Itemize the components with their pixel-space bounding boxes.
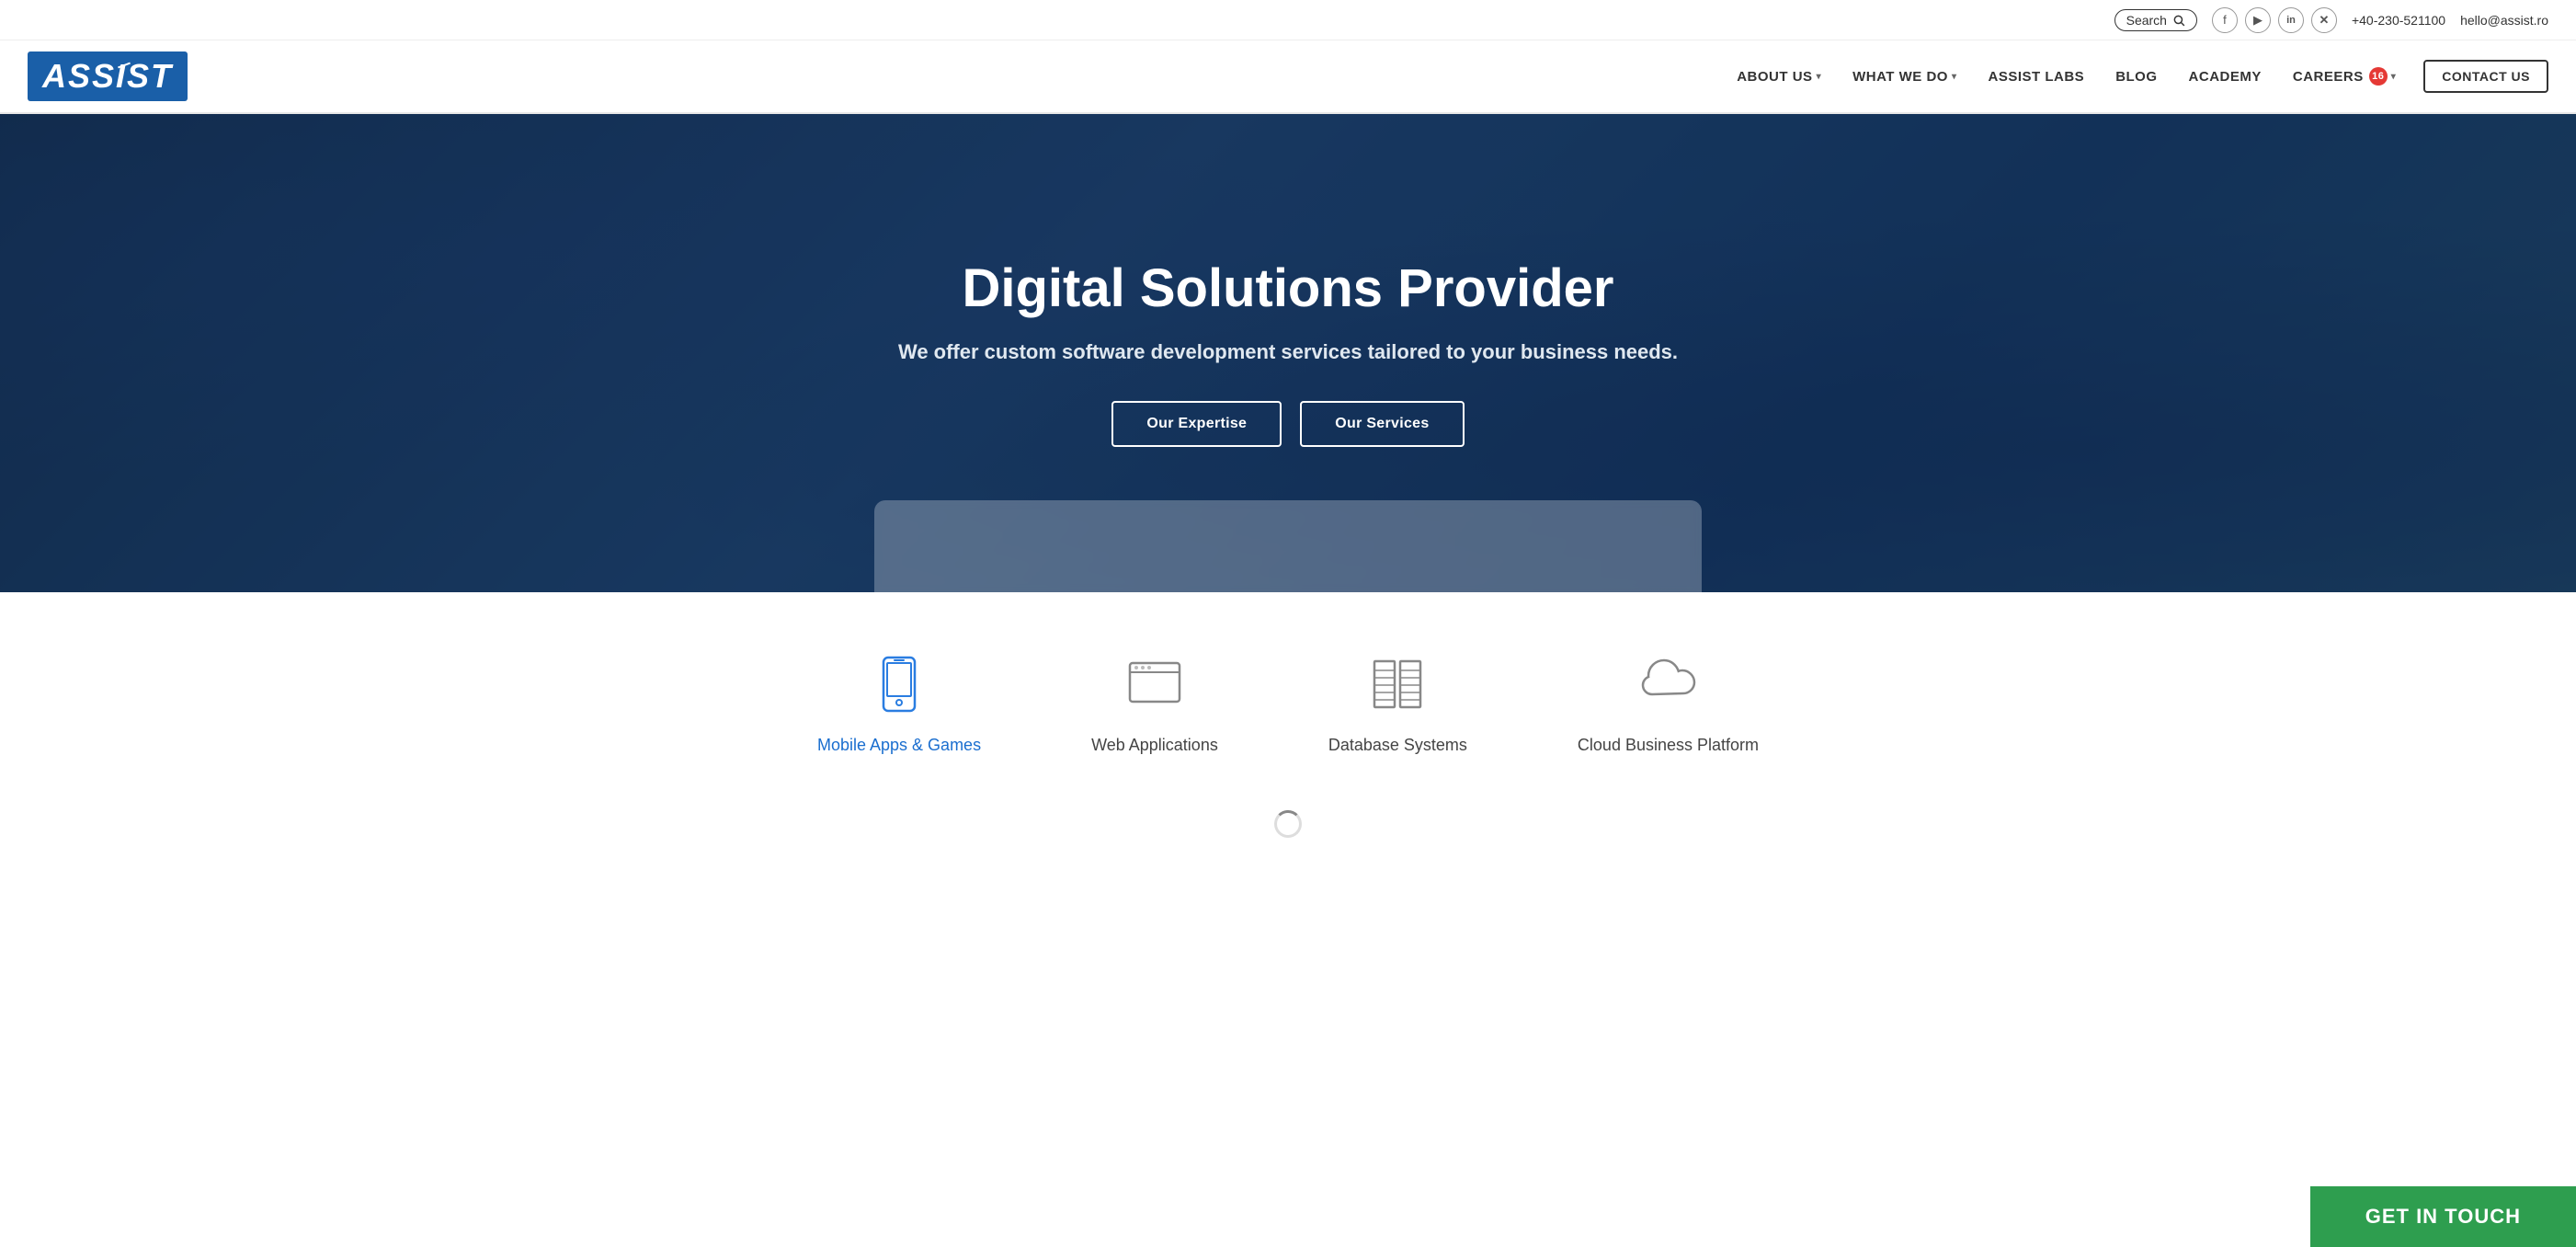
service-item-web[interactable]: Web Applications	[1036, 647, 1273, 755]
web-apps-icon	[1118, 647, 1191, 721]
social-icons: f ▶ in ✕	[2212, 7, 2337, 33]
top-bar: Search f ▶ in ✕ +40-230-521100 hello@ass…	[0, 0, 2576, 40]
hero-title: Digital Solutions Provider	[898, 259, 1678, 318]
service-item-mobile[interactable]: Mobile Apps & Games	[762, 647, 1036, 755]
get-in-touch-button[interactable]: GET IN TOUCH	[2310, 1186, 2576, 1247]
contact-info: +40-230-521100 hello@assist.ro	[2352, 13, 2548, 28]
expertise-button[interactable]: Our Expertise	[1111, 401, 1282, 447]
nav-item-assist-labs[interactable]: ASSIST LABS	[1976, 62, 2098, 92]
logo: ASSIST	[42, 57, 173, 95]
nav-item-what-we-do[interactable]: WHAT WE DO ▾	[1840, 62, 1969, 92]
services-button[interactable]: Our Services	[1300, 401, 1464, 447]
logo-container[interactable]: ASSIST	[28, 51, 188, 101]
service-label-cloud: Cloud Business Platform	[1578, 736, 1759, 755]
main-nav: ASSIST ABOUT US ▾ WHAT WE DO ▾ ASSIST LA…	[0, 40, 2576, 114]
hero-subtitle: We offer custom software development ser…	[898, 340, 1678, 364]
service-label-mobile: Mobile Apps & Games	[817, 736, 981, 755]
search-label: Search	[2126, 13, 2167, 28]
facebook-icon[interactable]: f	[2212, 7, 2238, 33]
hero-buttons: Our Expertise Our Services	[898, 401, 1678, 447]
database-icon	[1361, 647, 1434, 721]
mobile-apps-icon	[862, 647, 936, 721]
hero-content: Digital Solutions Provider We offer cust…	[880, 259, 1696, 447]
cloud-icon	[1631, 647, 1704, 721]
email-address: hello@assist.ro	[2460, 13, 2548, 28]
nav-item-academy[interactable]: ACADEMY	[2176, 62, 2274, 92]
services-section: Mobile Apps & Games Web Applications	[0, 592, 2576, 792]
loading-spinner-container	[0, 792, 2576, 847]
service-label-web: Web Applications	[1091, 736, 1218, 755]
youtube-icon[interactable]: ▶	[2245, 7, 2271, 33]
hero-section: Digital Solutions Provider We offer cust…	[0, 114, 2576, 592]
xing-icon[interactable]: ✕	[2311, 7, 2337, 33]
service-label-database: Database Systems	[1328, 736, 1467, 755]
service-item-database[interactable]: Database Systems	[1273, 647, 1522, 755]
chevron-down-icon: ▾	[2391, 72, 2397, 82]
chevron-down-icon: ▾	[1952, 72, 1957, 82]
search-icon	[2172, 14, 2185, 27]
hero-card	[874, 500, 1702, 592]
loading-spinner	[1274, 810, 1302, 838]
linkedin-icon[interactable]: in	[2278, 7, 2304, 33]
service-item-cloud[interactable]: Cloud Business Platform	[1522, 647, 1814, 755]
contact-us-button[interactable]: CONTACT US	[2423, 60, 2548, 93]
nav-item-about[interactable]: ABOUT US ▾	[1724, 62, 1834, 92]
nav-item-blog[interactable]: BLOG	[2103, 62, 2170, 92]
chevron-down-icon: ▾	[1817, 72, 1822, 82]
phone-number: +40-230-521100	[2352, 13, 2445, 28]
nav-items: ABOUT US ▾ WHAT WE DO ▾ ASSIST LABS BLOG…	[1724, 60, 2548, 93]
search-box[interactable]: Search	[2114, 9, 2197, 31]
nav-item-careers[interactable]: CAREERS 16 ▾	[2280, 60, 2409, 93]
careers-badge: 16	[2369, 67, 2388, 86]
